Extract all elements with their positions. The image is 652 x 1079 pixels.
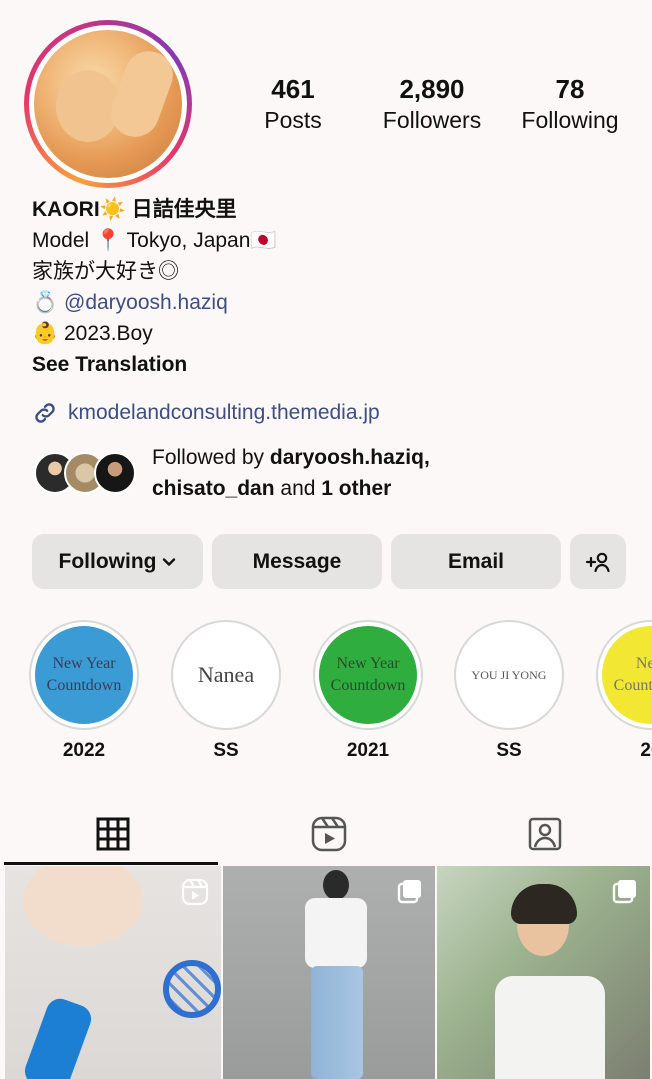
highlight-cover: New Year Countdown: [29, 620, 139, 730]
grid-post-1[interactable]: [5, 866, 221, 1079]
bio-line-1: Model 📍 Tokyo, Japan🇯🇵: [32, 225, 277, 256]
highlight-cover-fill: Nanea: [177, 626, 275, 724]
email-button[interactable]: Email: [391, 534, 561, 589]
add-person-button[interactable]: [570, 534, 626, 589]
email-button-label: Email: [447, 549, 505, 573]
grid-icon: [95, 816, 131, 852]
bio-line-3: 💍 @daryoosh.haziq: [32, 287, 277, 318]
chevron-down-icon: [162, 555, 176, 569]
highlight-cover-text: YOU JI YONG: [471, 668, 547, 682]
highlight-cover: New Countdown: [596, 620, 652, 730]
active-tab-indicator: [4, 862, 218, 865]
baby-figure: [23, 866, 143, 946]
bio-location-text: Tokyo, Japan: [126, 229, 251, 252]
bio-model-text: Model: [32, 229, 90, 252]
highlight-2[interactable]: Nanea SS: [170, 620, 282, 762]
profile-avatar[interactable]: [24, 20, 192, 188]
highlight-cover-fill: YOU JI YONG: [460, 626, 558, 724]
highlight-cover: New Year Countdown: [313, 620, 423, 730]
highlight-5-clip: New Countdown 20: [595, 620, 652, 780]
toy-ball: [163, 960, 221, 1018]
profile-name-jp: 日詰佳央里: [131, 198, 237, 221]
message-button-label: Message: [252, 549, 342, 573]
reel-indicator-icon: [181, 878, 209, 911]
highlight-5[interactable]: New Countdown 20: [595, 620, 652, 762]
posts-label: Posts: [264, 107, 322, 133]
grid-post-3[interactable]: [437, 866, 650, 1079]
japan-flag-emoji: 🇯🇵: [250, 229, 277, 252]
highlight-label: SS: [496, 740, 522, 761]
followed-others[interactable]: 1 other: [321, 477, 391, 500]
highlight-cover-text: New Year Countdown: [46, 655, 122, 694]
tab-tagged[interactable]: [440, 805, 650, 863]
pin-emoji: 📍: [95, 229, 122, 252]
followed-by-prefix: Followed by: [152, 446, 265, 469]
highlight-label: 2021: [346, 740, 390, 761]
bio-family-text: 家族が大好き: [32, 260, 158, 283]
profile-bio: KAORI☀️ 日詰佳央里 Model 📍 Tokyo, Japan🇯🇵 家族が…: [32, 194, 277, 380]
profile-name: KAORI☀️ 日詰佳央里: [32, 194, 277, 225]
see-translation-link[interactable]: See Translation: [32, 349, 277, 380]
person-head: [323, 870, 349, 900]
tab-grid[interactable]: [8, 805, 218, 863]
multi-photo-icon: [397, 878, 423, 909]
profile-name-text: KAORI: [32, 198, 100, 221]
multi-photo-icon: [612, 878, 638, 909]
person-shirt: [305, 898, 367, 968]
reels-icon: [310, 815, 348, 853]
person-hair: [511, 884, 577, 924]
followers-count: 2,890: [399, 74, 465, 104]
followed-user-1[interactable]: daryoosh.haziq: [270, 446, 424, 469]
highlight-cover-text: Nanea: [197, 662, 255, 687]
highlight-cover-fill: New Year Countdown: [35, 626, 133, 724]
link-icon: [32, 400, 58, 426]
highlight-3[interactable]: New Year Countdown 2021: [312, 620, 424, 762]
following-count: 78: [555, 74, 585, 104]
following-stat[interactable]: 78 Following: [512, 74, 628, 134]
website-url: kmodelandconsulting.themedia.jp: [68, 401, 380, 424]
website-link[interactable]: kmodelandconsulting.themedia.jp: [32, 397, 380, 428]
highlight-cover-text: New Countdown: [613, 655, 652, 694]
posts-stat: 461 Posts: [252, 74, 334, 134]
followed-conjunction: and: [280, 477, 316, 500]
followers-stat[interactable]: 2,890 Followers: [372, 74, 492, 134]
ring-emoji: 💍: [32, 291, 59, 314]
highlight-label: SS: [213, 740, 239, 761]
highlight-cover: Nanea: [171, 620, 281, 730]
message-button[interactable]: Message: [212, 534, 382, 589]
bio-baby-text: 2023.Boy: [64, 322, 153, 345]
following-button[interactable]: Following: [32, 534, 203, 589]
tagged-icon: [526, 815, 564, 853]
bio-line-4: 👶 2023.Boy: [32, 318, 277, 349]
add-person-icon: [584, 550, 612, 574]
highlight-cover: YOU JI YONG: [454, 620, 564, 730]
posts-count: 461: [271, 74, 315, 104]
toy-car: [20, 994, 96, 1079]
following-button-label: Following: [58, 549, 157, 573]
tab-reels[interactable]: [224, 805, 434, 863]
highlight-cover-text: New Year Countdown: [330, 655, 406, 694]
followed-by-text: Followed by daryoosh.haziq, chisato_dan …: [152, 442, 430, 504]
highlight-4[interactable]: YOU JI YONG SS: [453, 620, 565, 762]
bio-line-2: 家族が大好き◎: [32, 256, 277, 287]
baby-emoji: 👶: [32, 322, 59, 345]
highlight-cover-fill: New Countdown: [602, 626, 652, 724]
grid-post-2[interactable]: [223, 866, 435, 1079]
person-tshirt: [495, 976, 605, 1079]
following-label: Following: [521, 107, 619, 133]
follower-avatar-3: [94, 452, 136, 494]
followed-separator: ,: [423, 446, 430, 469]
mention-link[interactable]: @daryoosh.haziq: [64, 291, 228, 314]
sun-emoji: ☀️: [99, 198, 126, 221]
double-circle-symbol: ◎: [158, 260, 179, 283]
highlight-label: 2022: [62, 740, 106, 761]
person-jeans: [311, 966, 363, 1079]
highlight-label: 20: [640, 740, 652, 761]
followers-label: Followers: [382, 107, 482, 133]
highlight-cover-fill: New Year Countdown: [319, 626, 417, 724]
highlight-1[interactable]: New Year Countdown 2022: [28, 620, 140, 762]
followed-user-2[interactable]: chisato_dan: [152, 477, 275, 500]
followed-by[interactable]: Followed by daryoosh.haziq, chisato_dan …: [34, 442, 430, 504]
